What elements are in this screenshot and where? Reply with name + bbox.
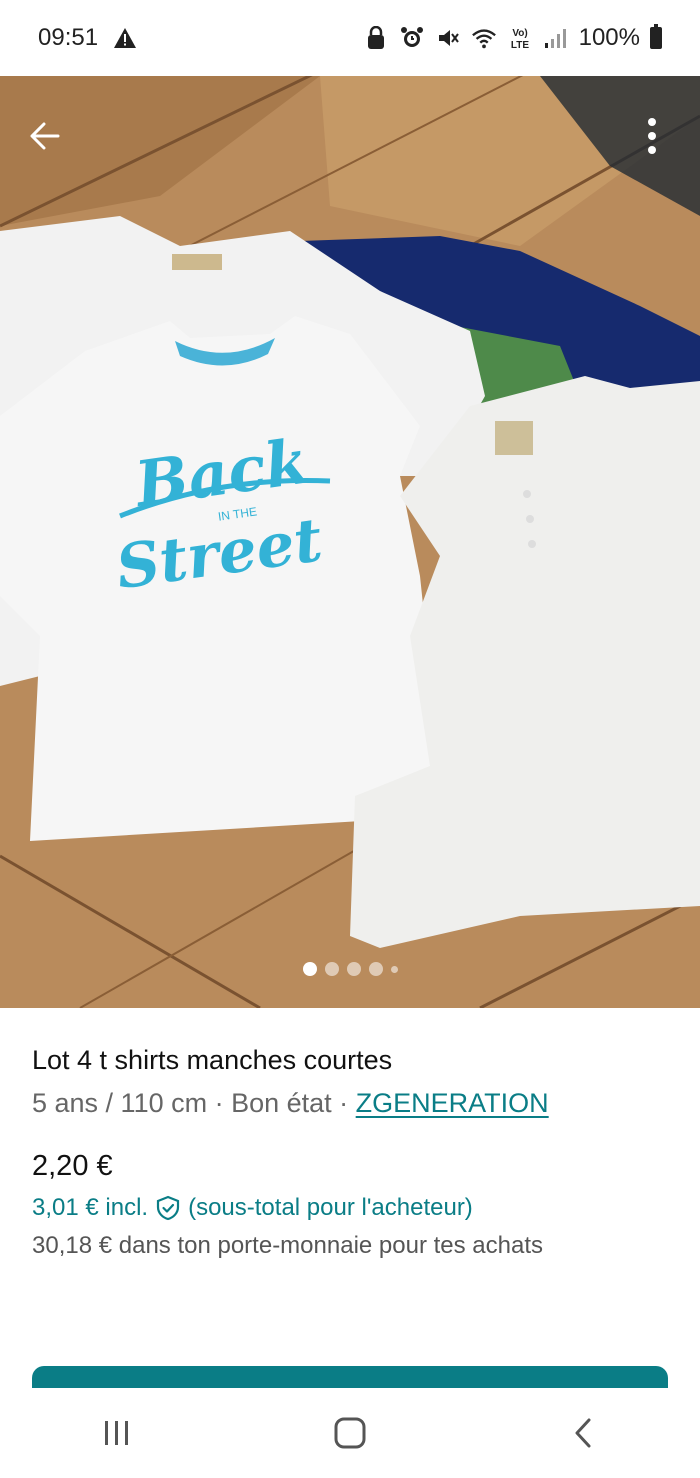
status-bar: 09:51 Vo) LTE 100%: [0, 0, 700, 76]
home-button[interactable]: [310, 1403, 390, 1463]
carousel-dot[interactable]: [390, 965, 398, 973]
svg-text:Vo): Vo): [512, 28, 527, 39]
listing-details: Lot 4 t shirts manches courtes 5 ans / 1…: [32, 1040, 672, 1266]
product-photo-carousel[interactable]: Back IN THE Street: [0, 76, 700, 1008]
wallet-note: 30,18 € dans ton porte-monnaie pour tes …: [32, 1232, 544, 1259]
buyer-price-amount: 3,01 € incl.: [32, 1194, 149, 1221]
home-icon: [334, 1417, 366, 1449]
volte-icon: Vo) LTE: [507, 25, 533, 51]
brand-link[interactable]: ZGENERATION: [356, 1088, 549, 1118]
more-options-button[interactable]: [622, 106, 682, 166]
wifi-icon: [471, 25, 497, 51]
listing-meta: 5 ans / 110 cm · Bon état · ZGENERATION: [32, 1080, 672, 1126]
status-time: 09:51: [38, 24, 99, 51]
system-navigation-bar: [0, 1388, 700, 1478]
mute-icon: [435, 25, 461, 51]
battery-icon: [650, 24, 662, 49]
lock-icon: [363, 25, 389, 51]
buyer-protection-icon[interactable]: [154, 1194, 182, 1222]
warning-icon: [112, 25, 138, 51]
buyer-price-note: (sous-total pour l'acheteur): [188, 1194, 473, 1221]
arrow-left-icon: [30, 122, 60, 150]
buy-button[interactable]: [32, 1366, 668, 1388]
buyer-price[interactable]: 3,01 € incl. (sous-total pour l'acheteur…: [32, 1190, 672, 1226]
carousel-dot[interactable]: [302, 962, 317, 976]
carousel-dot[interactable]: [324, 962, 339, 976]
alarm-icon: [399, 25, 425, 51]
system-back-button[interactable]: [543, 1403, 623, 1463]
svg-text:LTE: LTE: [511, 40, 529, 51]
back-button[interactable]: [14, 106, 74, 166]
listing-size-condition: 5 ans / 110 cm · Bon état ·: [32, 1088, 356, 1118]
more-vertical-icon: [648, 118, 656, 154]
listing-title: Lot 4 t shirts manches courtes: [32, 1045, 393, 1075]
listing-price: 2,20 €: [32, 1150, 113, 1182]
recent-apps-icon: [104, 1421, 128, 1445]
recent-apps-button[interactable]: [77, 1403, 157, 1463]
product-photo: Back IN THE Street: [0, 76, 700, 1008]
battery-level: 100%: [578, 24, 640, 51]
carousel-dot[interactable]: [368, 962, 383, 976]
carousel-indicator: [0, 962, 700, 976]
carousel-dot[interactable]: [346, 962, 361, 976]
signal-icon: [543, 25, 569, 51]
chevron-left-icon: [575, 1418, 591, 1448]
